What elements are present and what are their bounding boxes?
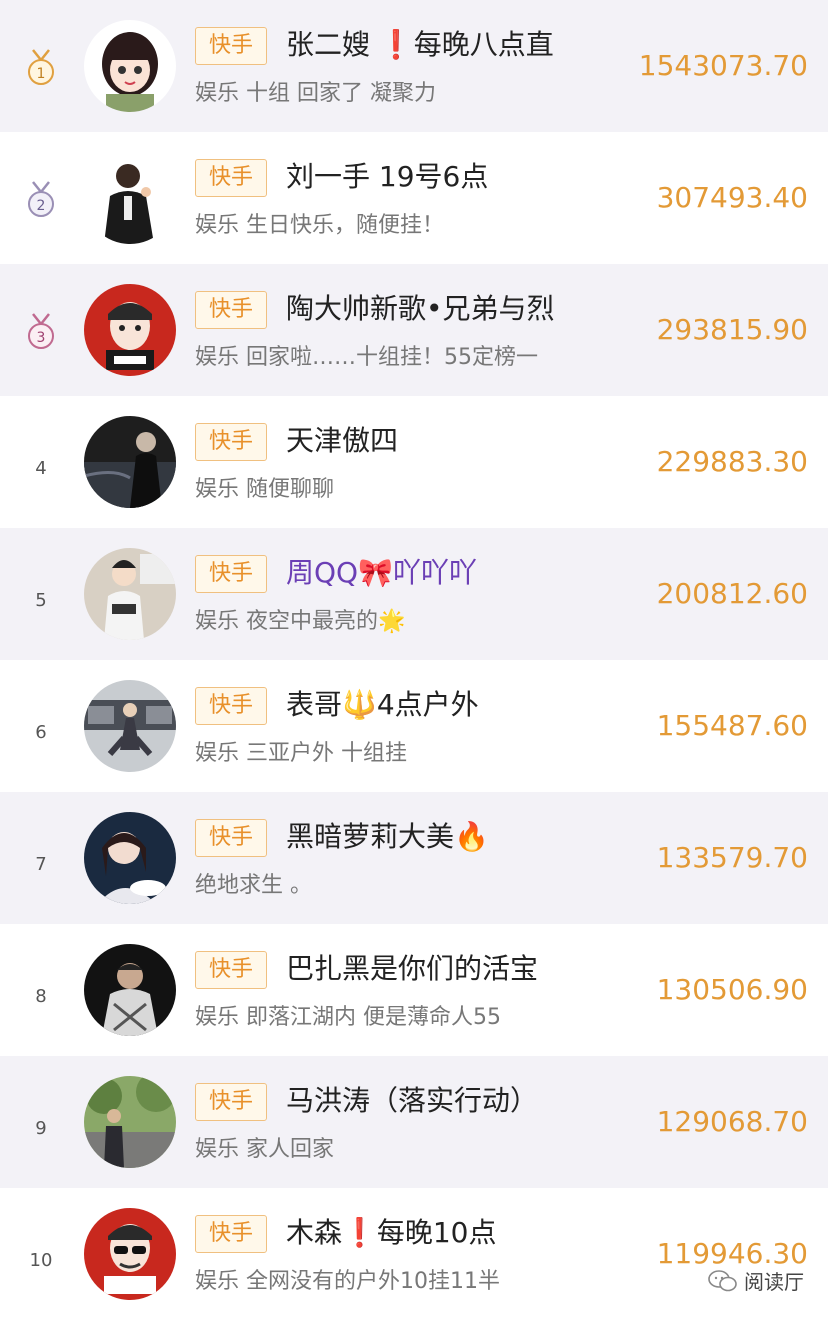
streamer-name[interactable]: 马洪涛（落实行动） (286, 1084, 538, 1118)
platform-tag: 快手 (195, 951, 267, 989)
score-value: 200812.60 (656, 577, 808, 610)
stream-description: 娱乐 夜空中最亮的🌟 (195, 609, 406, 634)
avatar[interactable] (84, 944, 176, 1036)
rank-number: 8 (35, 986, 47, 1007)
streamer-name[interactable]: 巴扎黑是你们的活宝 (286, 952, 538, 986)
score-value: 130506.90 (656, 973, 808, 1006)
medal-rank-number: 1 (37, 66, 46, 82)
gold-medal-icon: 1 (28, 49, 54, 85)
stream-description: 娱乐 生日快乐，随便挂！ (195, 213, 444, 238)
streamer-name[interactable]: 黑暗萝莉大美🔥 (286, 820, 489, 854)
rank-number: 7 (35, 854, 47, 875)
list-item[interactable]: 9 快手 马洪涛（落实行动） 娱乐 家人回家 129068.70 (0, 1056, 828, 1188)
list-item[interactable]: 6 快手 表哥🔱4点户外 娱乐 三亚户外 十组挂 155487.60 (0, 660, 828, 792)
platform-tag: 快手 (195, 687, 267, 725)
score-value: 1543073.70 (638, 49, 808, 82)
score-value: 133579.70 (656, 841, 808, 874)
rank-number: 10 (29, 1250, 53, 1271)
score-value: 129068.70 (656, 1105, 808, 1138)
avatar[interactable] (84, 416, 176, 508)
streamer-name[interactable]: 表哥🔱4点户外 (286, 688, 479, 722)
list-item[interactable]: 10 快手 木森❗每晚10点 娱乐 全网没有的户外10挂11半 119946.3… (0, 1188, 828, 1317)
platform-tag: 快手 (195, 1083, 267, 1121)
stream-description: 娱乐 即落江湖内 便是薄命人55 (195, 1005, 501, 1030)
score-value: 293815.90 (656, 313, 808, 346)
watermark-text: 阅读厅 (744, 1270, 804, 1294)
list-item[interactable]: 5 快手 周QQ🎀吖吖吖 娱乐 夜空中最亮的🌟 200812.60 (0, 528, 828, 660)
platform-tag: 快手 (195, 555, 267, 593)
list-item[interactable]: 1 快手 张二嫂 ❗每晚八点直 娱乐 十组 回家了 凝聚力 1543073.70 (0, 0, 828, 132)
wechat-icon (708, 1269, 737, 1291)
platform-tag: 快手 (195, 291, 267, 329)
score-value: 155487.60 (656, 709, 808, 742)
rank-number: 4 (35, 458, 47, 479)
medal-rank-number: 2 (37, 198, 46, 214)
list-item[interactable]: 2 快手 刘一手 19号6点 娱乐 生日快乐，随便挂！ 307493.40 (0, 132, 828, 264)
streamer-name[interactable]: 周QQ🎀吖吖吖 (286, 556, 477, 590)
list-item[interactable]: 7 快手 黑暗萝莉大美🔥 绝地求生 。 133579.70 (0, 792, 828, 924)
avatar[interactable] (84, 680, 176, 772)
avatar[interactable] (84, 20, 176, 112)
streamer-name[interactable]: 天津傲四 (286, 424, 398, 458)
medal-rank-number: 3 (37, 330, 46, 346)
stream-description: 娱乐 回家啦……十组挂！55定榜一 (195, 345, 538, 370)
rank-number: 9 (35, 1118, 47, 1139)
avatar[interactable] (84, 812, 176, 904)
streamer-name[interactable]: 木森❗每晚10点 (286, 1216, 497, 1250)
avatar[interactable] (84, 1076, 176, 1168)
streamer-name[interactable]: 刘一手 19号6点 (286, 160, 488, 194)
stream-description: 娱乐 三亚户外 十组挂 (195, 741, 407, 766)
silver-medal-icon: 2 (28, 181, 54, 217)
platform-tag: 快手 (195, 819, 267, 857)
avatar[interactable] (84, 152, 176, 244)
rank-number: 5 (35, 590, 47, 611)
score-value: 229883.30 (656, 445, 808, 478)
stream-description: 娱乐 全网没有的户外10挂11半 (195, 1269, 500, 1294)
rank-number: 6 (35, 722, 47, 743)
stream-description: 娱乐 随便聊聊 (195, 477, 334, 502)
avatar[interactable] (84, 548, 176, 640)
stream-description: 绝地求生 。 (195, 873, 312, 898)
platform-tag: 快手 (195, 159, 267, 197)
list-item[interactable]: 3 快手 陶大帅新歌•兄弟与烈 娱乐 回家啦……十组挂！55定榜一 293815… (0, 264, 828, 396)
stream-description: 娱乐 家人回家 (195, 1137, 334, 1162)
platform-tag: 快手 (195, 423, 267, 461)
watermark: 阅读厅 (708, 1266, 804, 1295)
streamer-name[interactable]: 张二嫂 ❗每晚八点直 (286, 28, 554, 62)
platform-tag: 快手 (195, 27, 267, 65)
list-item[interactable]: 4 快手 天津傲四 娱乐 随便聊聊 229883.30 (0, 396, 828, 528)
avatar[interactable] (84, 284, 176, 376)
score-value: 307493.40 (656, 181, 808, 214)
list-item[interactable]: 8 快手 巴扎黑是你们的活宝 娱乐 即落江湖内 便是薄命人55 130506.9… (0, 924, 828, 1056)
bronze-medal-icon: 3 (28, 313, 54, 349)
platform-tag: 快手 (195, 1215, 267, 1253)
stream-description: 娱乐 十组 回家了 凝聚力 (195, 81, 436, 106)
streamer-name[interactable]: 陶大帅新歌•兄弟与烈 (286, 292, 555, 326)
avatar[interactable] (84, 1208, 176, 1300)
